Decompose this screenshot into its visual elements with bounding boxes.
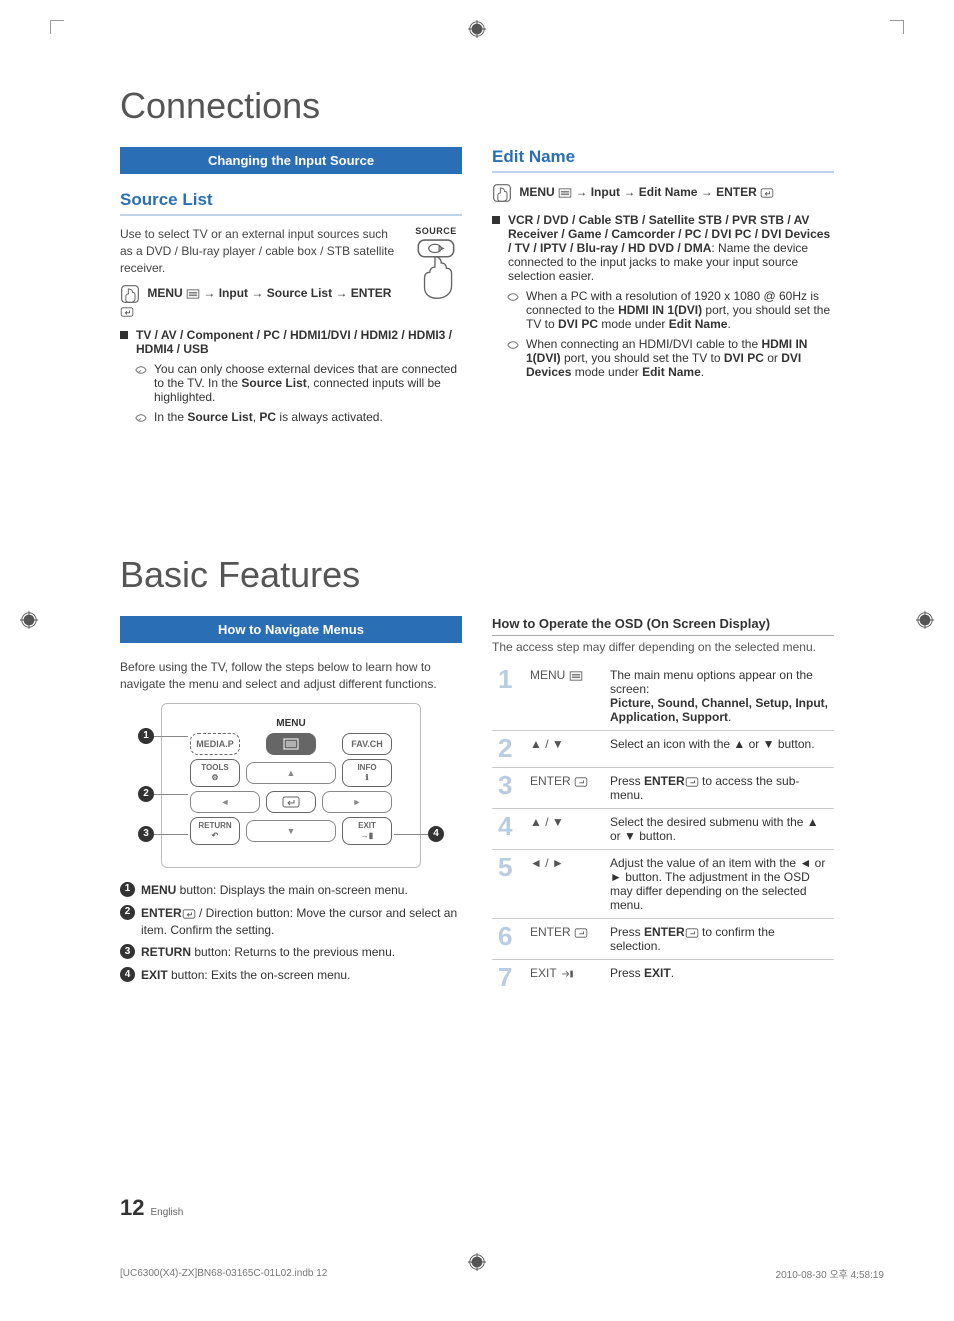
hand-press-icon xyxy=(410,238,462,300)
remote-btn-favch: FAV.CH xyxy=(342,733,392,755)
remote-btn-info: INFOℹ xyxy=(342,759,392,787)
callout-1: 1 xyxy=(138,728,154,744)
remote-btn-tools: TOOLS⚙ xyxy=(190,759,240,787)
callout-4: 4 xyxy=(428,826,444,842)
remote-btn-right: ► xyxy=(322,791,392,813)
menu-icon xyxy=(569,668,583,682)
remote-diagram: 1 2 3 4 MENU MEDIA.P FAV.CH TOOLS⚙ xyxy=(161,703,421,868)
crop-mark-tr xyxy=(890,20,904,34)
registration-mark-icon xyxy=(916,611,934,629)
numbered-legend: 1MENU button: Displays the main on-scree… xyxy=(120,882,462,984)
remote-btn-exit: EXIT→▮ xyxy=(342,817,392,845)
remote-btn-media-p: MEDIA.P xyxy=(190,733,240,755)
footer-date: 2010-08-30 오후 4:58:19 xyxy=(776,1266,884,1281)
note-dvi-pc: When a PC with a resolution of 1920 x 10… xyxy=(492,289,834,331)
note-icon xyxy=(134,363,148,404)
heading-source-list: Source List xyxy=(120,190,462,216)
callout-2: 2 xyxy=(138,786,154,802)
note-icon xyxy=(134,411,148,428)
bullet-sources: TV / AV / Component / PC / HDMI1/DVI / H… xyxy=(120,328,462,356)
footer-file: [UC6300(X4)-ZX]BN68-03165C-01L02.indb 12 xyxy=(120,1268,327,1279)
osd-table: 1 MENU The main menu options appear on t… xyxy=(492,662,834,996)
enter-icon xyxy=(574,774,588,788)
page-footer: [UC6300(X4)-ZX]BN68-03165C-01L02.indb 12… xyxy=(120,1266,884,1281)
exit-icon xyxy=(560,966,574,980)
source-button-label: SOURCE xyxy=(410,226,462,236)
osd-subtitle: The access step may differ depending on … xyxy=(492,640,834,654)
registration-mark-icon xyxy=(20,611,38,629)
enter-icon xyxy=(120,304,134,318)
remote-btn-left: ◄ xyxy=(190,791,260,813)
registration-mark-icon xyxy=(468,20,486,38)
table-row: 5 ◄ / ► Adjust the value of an item with… xyxy=(492,850,834,919)
menu-path-edit-name: MENU → Input → Edit Name → ENTER xyxy=(492,183,834,203)
enter-icon xyxy=(685,774,699,788)
menu-icon xyxy=(558,185,572,199)
table-row: 1 MENU The main menu options appear on t… xyxy=(492,662,834,731)
table-row: 3 ENTER Press ENTER to access the sub-me… xyxy=(492,768,834,809)
note-dvi-devices: When connecting an HDMI/DVI cable to the… xyxy=(492,337,834,379)
remote-hand-icon xyxy=(492,183,512,203)
table-row: 7 EXIT Press EXIT. xyxy=(492,960,834,997)
section-title-basic-features: Basic Features xyxy=(120,554,834,596)
table-row: 6 ENTER Press ENTER to confirm the selec… xyxy=(492,919,834,960)
bullet-device-names: VCR / DVD / Cable STB / Satellite STB / … xyxy=(492,213,834,283)
callout-3: 3 xyxy=(138,826,154,842)
remote-btn-menu xyxy=(266,733,316,755)
remote-menu-label: MENU xyxy=(190,718,392,729)
note-connected-inputs: You can only choose external devices tha… xyxy=(120,362,462,404)
remote-btn-up: ▲ xyxy=(246,762,336,784)
remote-btn-down: ▼ xyxy=(246,820,336,842)
table-row: 4 ▲ / ▼ Select the desired submenu with … xyxy=(492,809,834,850)
enter-icon xyxy=(182,906,196,920)
nav-intro: Before using the TV, follow the steps be… xyxy=(120,659,462,693)
enter-icon xyxy=(685,925,699,939)
note-icon xyxy=(506,290,520,331)
crop-mark-tl xyxy=(50,20,64,34)
osd-heading: How to Operate the OSD (On Screen Displa… xyxy=(492,616,834,636)
remote-hand-icon xyxy=(120,284,140,304)
enter-icon xyxy=(760,185,774,199)
remote-btn-enter xyxy=(266,791,316,813)
note-pc-activated: In the Source List, PC is always activat… xyxy=(120,410,462,428)
remote-btn-return: RETURN↶ xyxy=(190,817,240,845)
page-number: 12English xyxy=(120,1195,183,1221)
table-row: 2 ▲ / ▼ Select an icon with the ▲ or ▼ b… xyxy=(492,731,834,768)
source-button-figure: SOURCE xyxy=(410,226,462,303)
pill-changing-input-source: Changing the Input Source xyxy=(120,147,462,174)
menu-icon xyxy=(186,287,200,301)
note-icon xyxy=(506,338,520,379)
heading-edit-name: Edit Name xyxy=(492,147,834,173)
section-title-connections: Connections xyxy=(120,85,834,127)
enter-icon xyxy=(574,925,588,939)
pill-how-to-navigate: How to Navigate Menus xyxy=(120,616,462,643)
